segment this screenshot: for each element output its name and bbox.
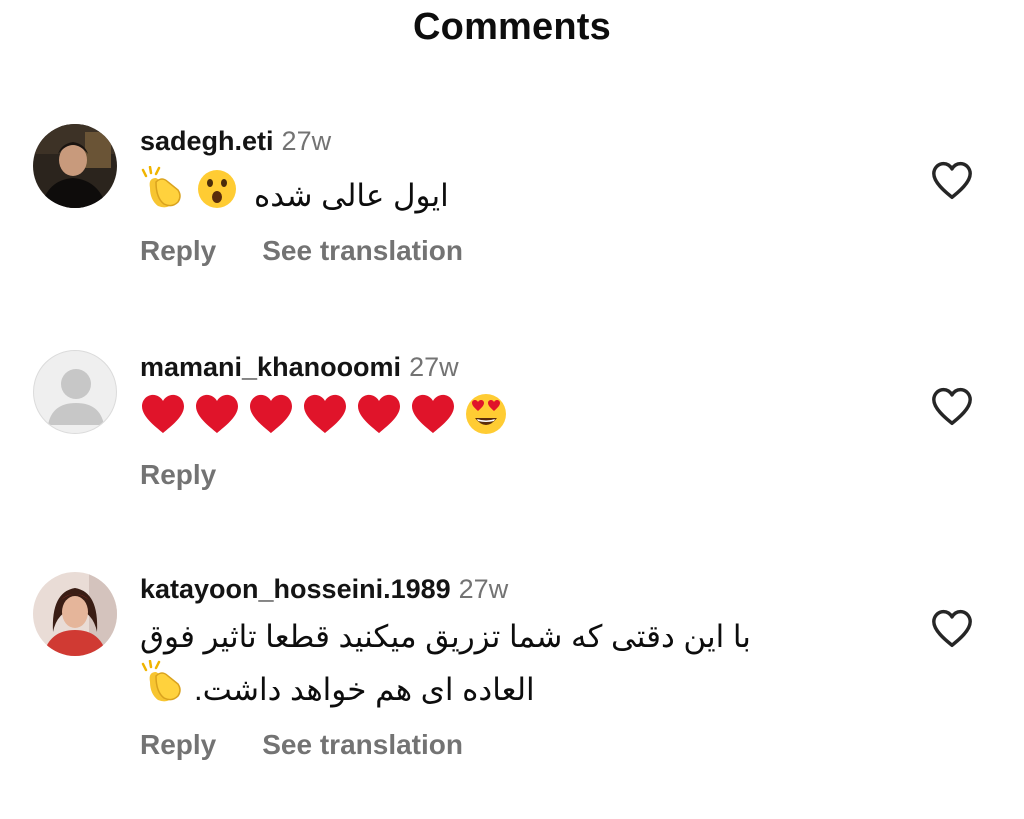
comments-sheet: Comments sadegh.eti 27w ایول عالی شده Re… (0, 0, 1024, 819)
heart-outline-icon[interactable] (930, 608, 974, 648)
comment-text: ایول عالی شده (140, 165, 914, 225)
clapping-hands-emoji (140, 165, 186, 225)
comment-text (140, 392, 914, 449)
comment-actions: Reply (140, 459, 914, 491)
avatar[interactable] (33, 350, 117, 434)
comment-meta: katayoon_hosseini.1989 27w (140, 572, 914, 606)
username[interactable]: katayoon_hosseini.1989 (140, 574, 451, 604)
reply-button[interactable]: Reply (140, 235, 216, 267)
comment-body-line-2: العاده ای هم خواهد داشت. (140, 659, 914, 719)
comment-text: با این دقتی که شما تزریق میکنید قطعا تاث… (140, 614, 914, 719)
red-heart-emoji (302, 393, 348, 448)
red-heart-emoji (248, 393, 294, 448)
surprised-face-emoji (196, 168, 238, 223)
see-translation-button[interactable]: See translation (262, 729, 463, 761)
comment-actions: Reply See translation (140, 235, 914, 267)
timestamp: 27w (281, 126, 332, 156)
comment-meta: sadegh.eti 27w (140, 124, 914, 158)
comment-meta: mamani_khanooomi 27w (140, 350, 914, 384)
red-heart-emoji (356, 393, 402, 448)
timestamp: 27w (458, 574, 509, 604)
comment-body-line: با این دقتی که شما تزریق میکنید قطعا تاث… (140, 619, 751, 654)
heart-eyes-emoji (464, 392, 508, 449)
comment-body-text: ایول عالی شده (254, 177, 449, 213)
see-translation-button[interactable]: See translation (262, 235, 463, 267)
comment-actions: Reply See translation (140, 729, 914, 761)
heart-outline-icon[interactable] (930, 386, 974, 426)
username[interactable]: mamani_khanooomi (140, 352, 401, 382)
clapping-hands-emoji (140, 659, 186, 719)
reply-button[interactable]: Reply (140, 459, 216, 491)
red-heart-emoji (140, 393, 186, 448)
reply-button[interactable]: Reply (140, 729, 216, 761)
heart-outline-icon[interactable] (930, 160, 974, 200)
red-heart-emoji (410, 393, 456, 448)
avatar[interactable] (33, 572, 117, 656)
timestamp: 27w (409, 352, 459, 382)
comment-body-text: العاده ای هم خواهد داشت. (194, 671, 535, 707)
username[interactable]: sadegh.eti (140, 126, 274, 156)
page-title: Comments (413, 6, 611, 48)
avatar[interactable] (33, 124, 117, 208)
red-heart-emoji (194, 393, 240, 448)
